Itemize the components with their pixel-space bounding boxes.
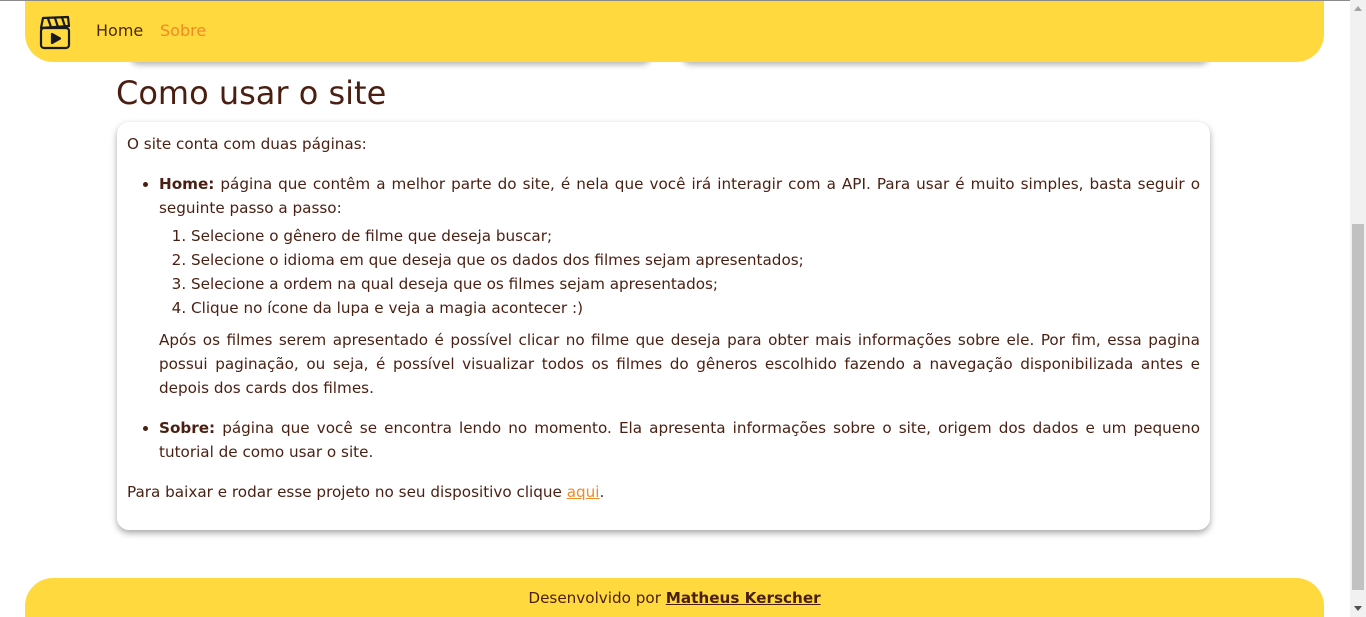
footer-prefix: Desenvolvido por	[528, 589, 666, 607]
about-item-text: página que você se encontra lendo no mom…	[159, 419, 1200, 461]
home-item-text: página que contêm a melhor parte do site…	[159, 175, 1200, 217]
download-prefix: Para baixar e rodar esse projeto no seu …	[127, 483, 567, 501]
pages-list: Home: página que contêm a melhor parte d…	[127, 172, 1200, 464]
vertical-scrollbar[interactable]	[1350, 0, 1366, 617]
nav-about-link[interactable]: Sobre	[160, 21, 206, 41]
nav-home-link[interactable]: Home	[96, 21, 143, 41]
step-item: Selecione o idioma em que deseja que os …	[191, 248, 1200, 272]
scroll-thumb[interactable]	[1352, 224, 1364, 590]
scroll-up-arrow-icon[interactable]	[1350, 0, 1366, 16]
home-item-label: Home:	[159, 175, 215, 193]
page-title: Como usar o site	[116, 74, 387, 112]
step-item: Selecione a ordem na qual deseja que os …	[191, 272, 1200, 296]
download-text: Para baixar e rodar esse projeto no seu …	[127, 480, 1200, 504]
step-item: Selecione o gênero de filme que deseja b…	[191, 224, 1200, 248]
steps-list: Selecione o gênero de filme que deseja b…	[159, 224, 1200, 320]
navbar: Home Sobre	[25, 1, 1324, 62]
instructions-card: O site conta com duas páginas: Home: pág…	[117, 122, 1210, 530]
page: Home Sobre Como usar o site O site conta…	[0, 0, 1366, 617]
home-item-details: Após os filmes serem apresentado é possí…	[159, 331, 1200, 397]
clapperboard-play-icon[interactable]	[39, 14, 71, 50]
list-item-home: Home: página que contêm a melhor parte d…	[159, 172, 1200, 400]
about-item-label: Sobre:	[159, 419, 216, 437]
step-item: Clique no ícone da lupa e veja a magia a…	[191, 296, 1200, 320]
download-link[interactable]: aqui	[567, 483, 600, 501]
author-link[interactable]: Matheus Kerscher	[666, 589, 821, 607]
footer: Desenvolvido por Matheus Kerscher	[25, 578, 1324, 617]
intro-text: O site conta com duas páginas:	[127, 135, 367, 153]
download-suffix: .	[599, 483, 605, 501]
scroll-down-arrow-icon[interactable]	[1350, 601, 1366, 617]
list-item-about: Sobre: página que você se encontra lendo…	[159, 416, 1200, 464]
